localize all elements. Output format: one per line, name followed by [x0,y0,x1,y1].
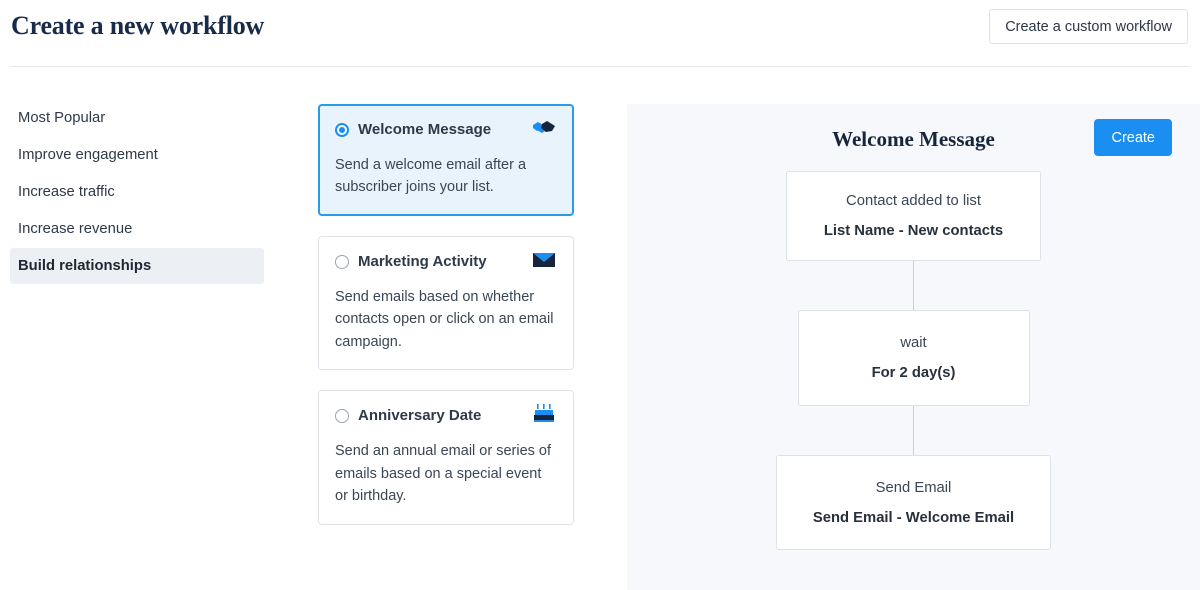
flow-node-value: Send Email - Welcome Email [813,510,1014,526]
workflow-card-radio[interactable] [335,255,349,269]
sidebar-item-most-popular[interactable]: Most Popular [10,100,264,136]
sidebar-item-label: Improve engagement [18,147,158,163]
category-sidebar: Most Popular Improve engagement Increase… [0,100,300,285]
flow-connector [913,261,914,310]
create-button[interactable]: Create [1094,119,1172,156]
envelope-icon [531,249,557,271]
flow-node-value: List Name - New contacts [824,223,1003,239]
workflow-card-description: Send emails based on whether contacts op… [335,286,557,353]
flow-node-label: Contact added to list [846,193,981,209]
header-divider [11,66,1189,67]
sidebar-item-label: Increase traffic [18,184,115,200]
create-workflow-page: Create a new workflow Create a custom wo… [0,0,1200,590]
sidebar-item-increase-revenue[interactable]: Increase revenue [10,211,264,247]
workflow-card-anniversary-date[interactable]: Anniversary Date Send an annual email or… [318,390,574,524]
sidebar-item-build-relationships[interactable]: Build relationships [10,248,264,284]
create-custom-workflow-button[interactable]: Create a custom workflow [989,9,1188,44]
workflow-card-welcome-message[interactable]: Welcome Message Send a welcome email aft… [318,104,574,216]
sidebar-item-increase-traffic[interactable]: Increase traffic [10,174,264,210]
workflow-card-description: Send a welcome email after a subscriber … [335,154,557,199]
workflow-preview-panel: Welcome Message Create Contact added to … [627,104,1200,590]
workflow-type-card-list: Welcome Message Send a welcome email aft… [318,104,574,545]
sidebar-item-label: Most Popular [18,110,105,126]
flow-node-value: For 2 day(s) [872,365,956,381]
flow-node-trigger[interactable]: Contact added to list List Name - New co… [786,171,1041,261]
workflow-card-description: Send an annual email or series of emails… [335,440,557,507]
page-header: Create a new workflow Create a custom wo… [0,0,1200,67]
workflow-card-title: Anniversary Date [358,407,481,425]
workflow-card-marketing-activity[interactable]: Marketing Activity Send emails based on … [318,236,574,370]
sidebar-item-label: Increase revenue [18,221,132,237]
page-title: Create a new workflow [11,11,264,41]
card-header: Marketing Activity [335,251,557,273]
flow-node-wait[interactable]: wait For 2 day(s) [798,310,1030,406]
sidebar-item-improve-engagement[interactable]: Improve engagement [10,137,264,173]
card-header: Welcome Message [335,119,557,141]
birthday-cake-icon [531,403,557,425]
workflow-card-radio[interactable] [335,123,349,137]
flow-node-send-email[interactable]: Send Email Send Email - Welcome Email [776,455,1051,550]
workflow-flow-diagram: Contact added to list List Name - New co… [627,171,1200,550]
sidebar-item-label: Build relationships [18,258,151,274]
workflow-card-title: Welcome Message [358,121,491,139]
flow-connector [913,406,914,455]
flow-node-label: Send Email [876,480,952,496]
workflow-card-radio[interactable] [335,409,349,423]
flow-node-label: wait [900,335,926,351]
workflow-card-title: Marketing Activity [358,253,487,271]
card-header: Anniversary Date [335,405,557,427]
handshake-icon [531,117,557,139]
